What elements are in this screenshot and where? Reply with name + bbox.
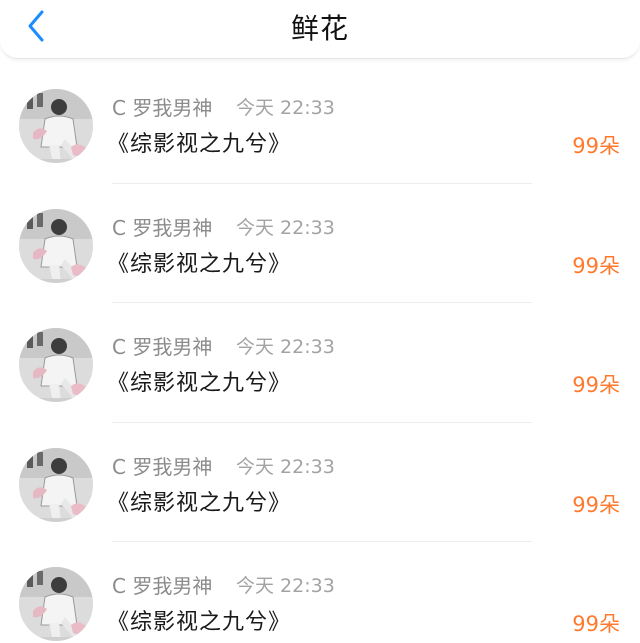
flower-list: C 罗我男神 今天 22:33 《综影视之九兮》 99朵 C 罗我男神 今天 2… [0, 64, 640, 643]
flower-count: 99朵 [572, 492, 620, 517]
flower-count: 99朵 [572, 612, 620, 637]
timestamp: 今天 22:33 [236, 216, 335, 239]
user-name[interactable]: C 罗我男神 [112, 212, 212, 241]
avatar[interactable] [19, 208, 93, 283]
flowers-screen: 鲜花 C 罗我男神 今天 22:33 《综影视之九兮》 99朵 C 罗我男神 今… [0, 0, 640, 643]
book-title[interactable]: 《综影视之九兮》 [107, 485, 291, 517]
avatar[interactable] [19, 328, 93, 403]
flower-count: 99朵 [572, 134, 620, 158]
nav-header: 鲜花 [0, 0, 640, 59]
timestamp: 今天 22:33 [236, 575, 335, 598]
list-item[interactable]: C 罗我男神 今天 22:33 《综影视之九兮》 99朵 [0, 184, 640, 304]
list-item[interactable]: C 罗我男神 今天 22:33 《综影视之九兮》 99朵 [0, 64, 640, 184]
avatar[interactable] [19, 89, 93, 163]
book-title[interactable]: 《综影视之九兮》 [107, 126, 291, 158]
book-title[interactable]: 《综影视之九兮》 [107, 604, 291, 636]
timestamp: 今天 22:33 [236, 455, 335, 478]
page-title: 鲜花 [290, 12, 349, 45]
user-name[interactable]: C 罗我男神 [112, 570, 212, 599]
book-title[interactable]: 《综影视之九兮》 [107, 246, 291, 278]
list-item[interactable]: C 罗我男神 今天 22:33 《综影视之九兮》 99朵 [0, 423, 640, 543]
book-title[interactable]: 《综影视之九兮》 [107, 365, 291, 397]
user-name[interactable]: C 罗我男神 [112, 331, 212, 360]
avatar[interactable] [19, 447, 93, 522]
timestamp: 今天 22:33 [236, 336, 335, 359]
user-name[interactable]: C 罗我男神 [112, 451, 212, 480]
flower-count: 99朵 [572, 253, 620, 278]
flower-count: 99朵 [572, 373, 620, 398]
list-item[interactable]: C 罗我男神 今天 22:33 《综影视之九兮》 99朵 [0, 303, 640, 423]
timestamp: 今天 22:33 [236, 97, 335, 119]
list-item[interactable]: C 罗我男神 今天 22:33 《综影视之九兮》 99朵 [0, 542, 640, 643]
user-name[interactable]: C 罗我男神 [112, 92, 212, 121]
avatar[interactable] [19, 567, 93, 642]
